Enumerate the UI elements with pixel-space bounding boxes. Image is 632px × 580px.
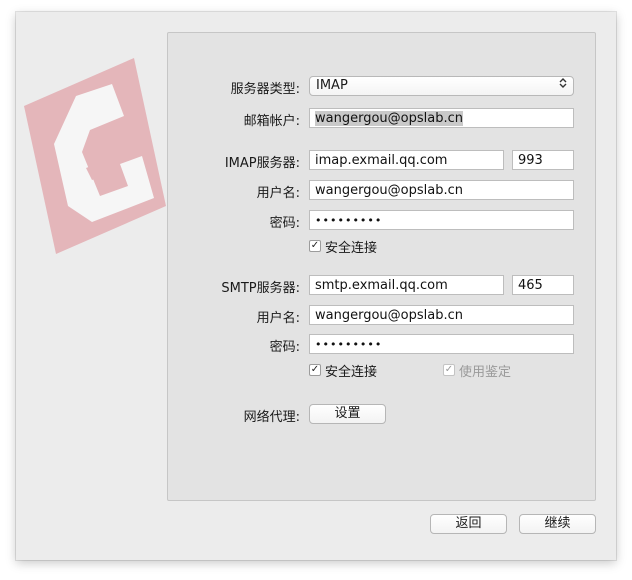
- imap-secure-checkbox[interactable]: ✓ 安全连接: [309, 238, 378, 256]
- imap-secure-label: 安全连接: [325, 240, 378, 256]
- checkmark-icon: ✓: [309, 240, 321, 252]
- server-type-value: IMAP: [316, 78, 348, 93]
- checkmark-icon: ✓: [443, 364, 455, 376]
- proxy-settings-button[interactable]: 设置: [309, 404, 386, 424]
- smtp-secure-checkbox[interactable]: ✓ 安全连接: [309, 362, 378, 380]
- smtp-auth-label: 使用鉴定: [459, 364, 512, 380]
- proxy-label: 网络代理:: [243, 410, 300, 425]
- email-account-value: wangergou@opslab.cn: [315, 111, 463, 126]
- imap-port-field[interactable]: 993: [512, 150, 574, 170]
- imap-password-field[interactable]: •••••••••: [309, 210, 574, 230]
- email-account-field[interactable]: wangergou@opslab.cn: [309, 108, 574, 128]
- server-type-select[interactable]: IMAP: [309, 76, 574, 96]
- back-button[interactable]: 返回: [430, 514, 507, 534]
- checkmark-icon: ✓: [309, 364, 321, 376]
- smtp-password-label: 密码:: [269, 340, 300, 355]
- account-setup-window: 服务器类型: IMAP 邮箱帐户: wangergou@opslab.cn IM…: [16, 12, 616, 560]
- imap-password-label: 密码:: [269, 216, 300, 231]
- imap-server-field[interactable]: imap.exmail.qq.com: [309, 150, 504, 170]
- settings-panel: 服务器类型: IMAP 邮箱帐户: wangergou@opslab.cn IM…: [167, 32, 596, 501]
- smtp-server-label: SMTP服务器:: [221, 281, 300, 296]
- smtp-username-label: 用户名:: [256, 311, 300, 326]
- imap-username-label: 用户名:: [256, 186, 300, 201]
- smtp-server-field[interactable]: smtp.exmail.qq.com: [309, 275, 504, 295]
- imap-username-field[interactable]: wangergou@opslab.cn: [309, 180, 574, 200]
- app-logo-icon: [24, 58, 166, 254]
- smtp-secure-label: 安全连接: [325, 364, 378, 380]
- select-chevron-icon: [559, 77, 567, 96]
- server-type-label: 服务器类型:: [230, 82, 300, 97]
- email-account-label: 邮箱帐户:: [243, 114, 300, 129]
- smtp-password-field[interactable]: •••••••••: [309, 334, 574, 354]
- smtp-username-field[interactable]: wangergou@opslab.cn: [309, 305, 574, 325]
- imap-server-label: IMAP服务器:: [224, 156, 300, 171]
- continue-button[interactable]: 继续: [519, 514, 596, 534]
- smtp-port-field[interactable]: 465: [512, 275, 574, 295]
- smtp-auth-checkbox: ✓ 使用鉴定: [443, 362, 512, 380]
